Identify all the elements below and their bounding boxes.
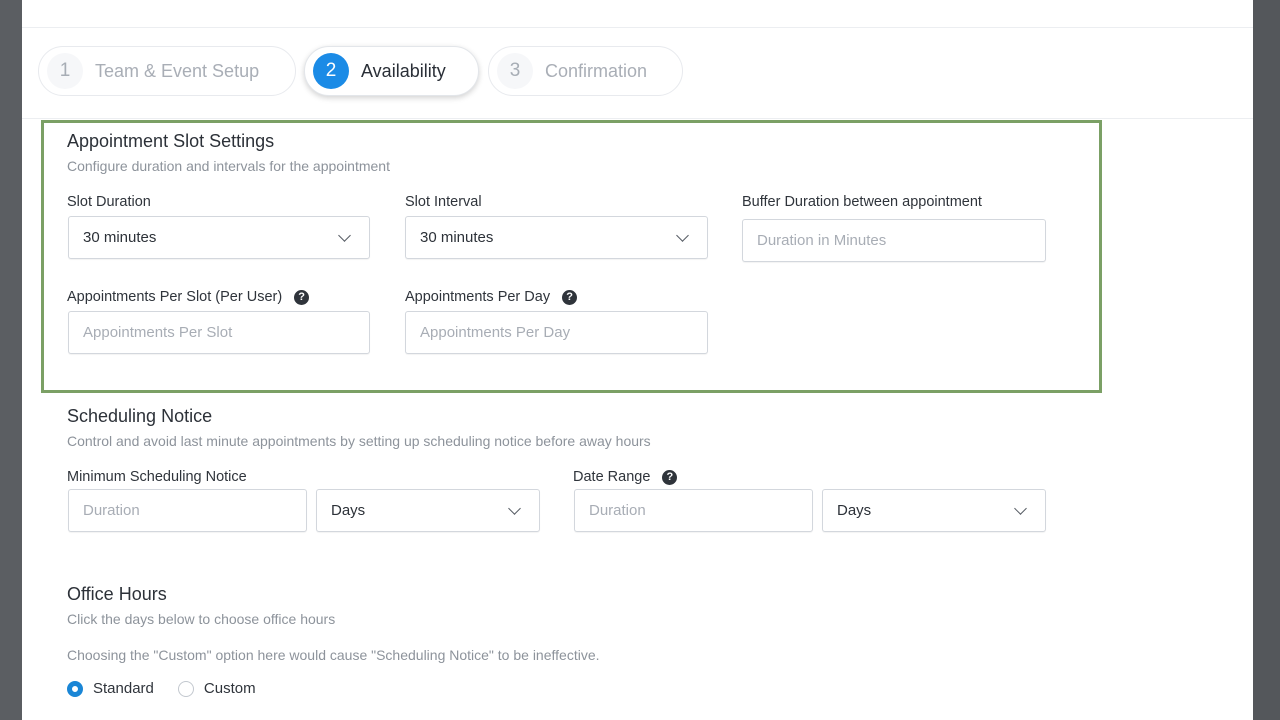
- step-label: Confirmation: [545, 60, 648, 81]
- office-hours-options: Standard Custom: [67, 680, 280, 697]
- date-range-unit-value: Days: [837, 502, 872, 519]
- slot-settings-subtitle: Configure duration and intervals for the…: [67, 158, 390, 174]
- buffer-duration-label: Buffer Duration between appointment: [742, 194, 982, 210]
- per-day-input[interactable]: Appointments Per Day: [405, 311, 708, 354]
- per-slot-label: Appointments Per Slot (Per User) ?: [67, 289, 310, 305]
- slot-interval-select[interactable]: 30 minutes: [405, 216, 708, 259]
- office-hours-note: Choosing the "Custom" option here would …: [67, 647, 600, 663]
- question-circle-icon[interactable]: ?: [294, 289, 310, 305]
- per-slot-input[interactable]: Appointments Per Slot: [68, 311, 370, 354]
- step-label: Team & Event Setup: [95, 60, 260, 81]
- radio-checked-icon[interactable]: [67, 680, 83, 697]
- buffer-duration-placeholder: Duration in Minutes: [757, 232, 887, 249]
- slot-interval-value: 30 minutes: [420, 229, 494, 246]
- chevron-down-icon: [676, 228, 689, 242]
- minimum-notice-placeholder: Duration: [83, 502, 140, 519]
- modal-backdrop-right: [1253, 0, 1280, 720]
- date-range-input[interactable]: Duration: [574, 489, 813, 532]
- office-hours-title: Office Hours: [67, 584, 167, 604]
- chevron-down-icon: [508, 501, 521, 515]
- stepper: 1 Team & Event Setup 2 Availability 3 Co…: [22, 28, 1253, 119]
- office-hours-subtitle: Click the days below to choose office ho…: [67, 611, 336, 627]
- per-day-placeholder: Appointments Per Day: [420, 324, 571, 341]
- slot-duration-value: 30 minutes: [83, 229, 157, 246]
- step-label: Availability: [361, 60, 446, 81]
- chevron-down-icon: [338, 228, 351, 242]
- minimum-notice-input[interactable]: Duration: [68, 489, 307, 532]
- scheduling-notice-subtitle: Control and avoid last minute appointmen…: [67, 433, 651, 449]
- radio-standard-label: Standard: [93, 680, 154, 697]
- step-confirmation[interactable]: 3 Confirmation: [488, 46, 683, 96]
- step-number: 3: [497, 53, 533, 89]
- calendar-setup-modal: 1 Team & Event Setup 2 Availability 3 Co…: [22, 0, 1253, 720]
- step-availability[interactable]: 2 Availability: [304, 46, 479, 96]
- chevron-down-icon: [1014, 501, 1027, 515]
- slot-duration-label: Slot Duration: [67, 194, 151, 210]
- modal-header: [22, 0, 1253, 28]
- step-number: 1: [47, 53, 83, 89]
- minimum-notice-label: Minimum Scheduling Notice: [67, 469, 247, 485]
- buffer-duration-input[interactable]: Duration in Minutes: [742, 219, 1046, 262]
- scheduling-notice-title: Scheduling Notice: [67, 406, 213, 426]
- radio-custom[interactable]: Custom: [177, 680, 256, 697]
- modal-backdrop-left: [0, 0, 22, 720]
- per-day-label: Appointments Per Day ?: [405, 289, 578, 305]
- slot-interval-label: Slot Interval: [405, 194, 482, 210]
- per-slot-placeholder: Appointments Per Slot: [83, 324, 233, 341]
- minimum-notice-unit-value: Days: [331, 502, 366, 519]
- date-range-label: Date Range ?: [573, 469, 678, 485]
- minimum-notice-unit-select[interactable]: Days: [316, 489, 540, 532]
- per-slot-label-text: Appointments Per Slot (Per User): [67, 289, 283, 305]
- per-day-label-text: Appointments Per Day: [405, 289, 551, 305]
- step-number: 2: [313, 53, 349, 89]
- question-circle-icon[interactable]: ?: [662, 469, 678, 485]
- radio-unchecked-icon[interactable]: [177, 680, 194, 697]
- date-range-unit-select[interactable]: Days: [822, 489, 1046, 532]
- radio-standard[interactable]: Standard: [67, 680, 154, 697]
- slot-duration-select[interactable]: 30 minutes: [68, 216, 370, 259]
- radio-custom-label: Custom: [203, 680, 256, 697]
- date-range-label-text: Date Range: [573, 469, 651, 485]
- question-circle-icon[interactable]: ?: [562, 289, 578, 305]
- date-range-placeholder: Duration: [589, 502, 646, 519]
- step-team-event-setup[interactable]: 1 Team & Event Setup: [38, 46, 296, 96]
- slot-settings-title: Appointment Slot Settings: [67, 131, 275, 151]
